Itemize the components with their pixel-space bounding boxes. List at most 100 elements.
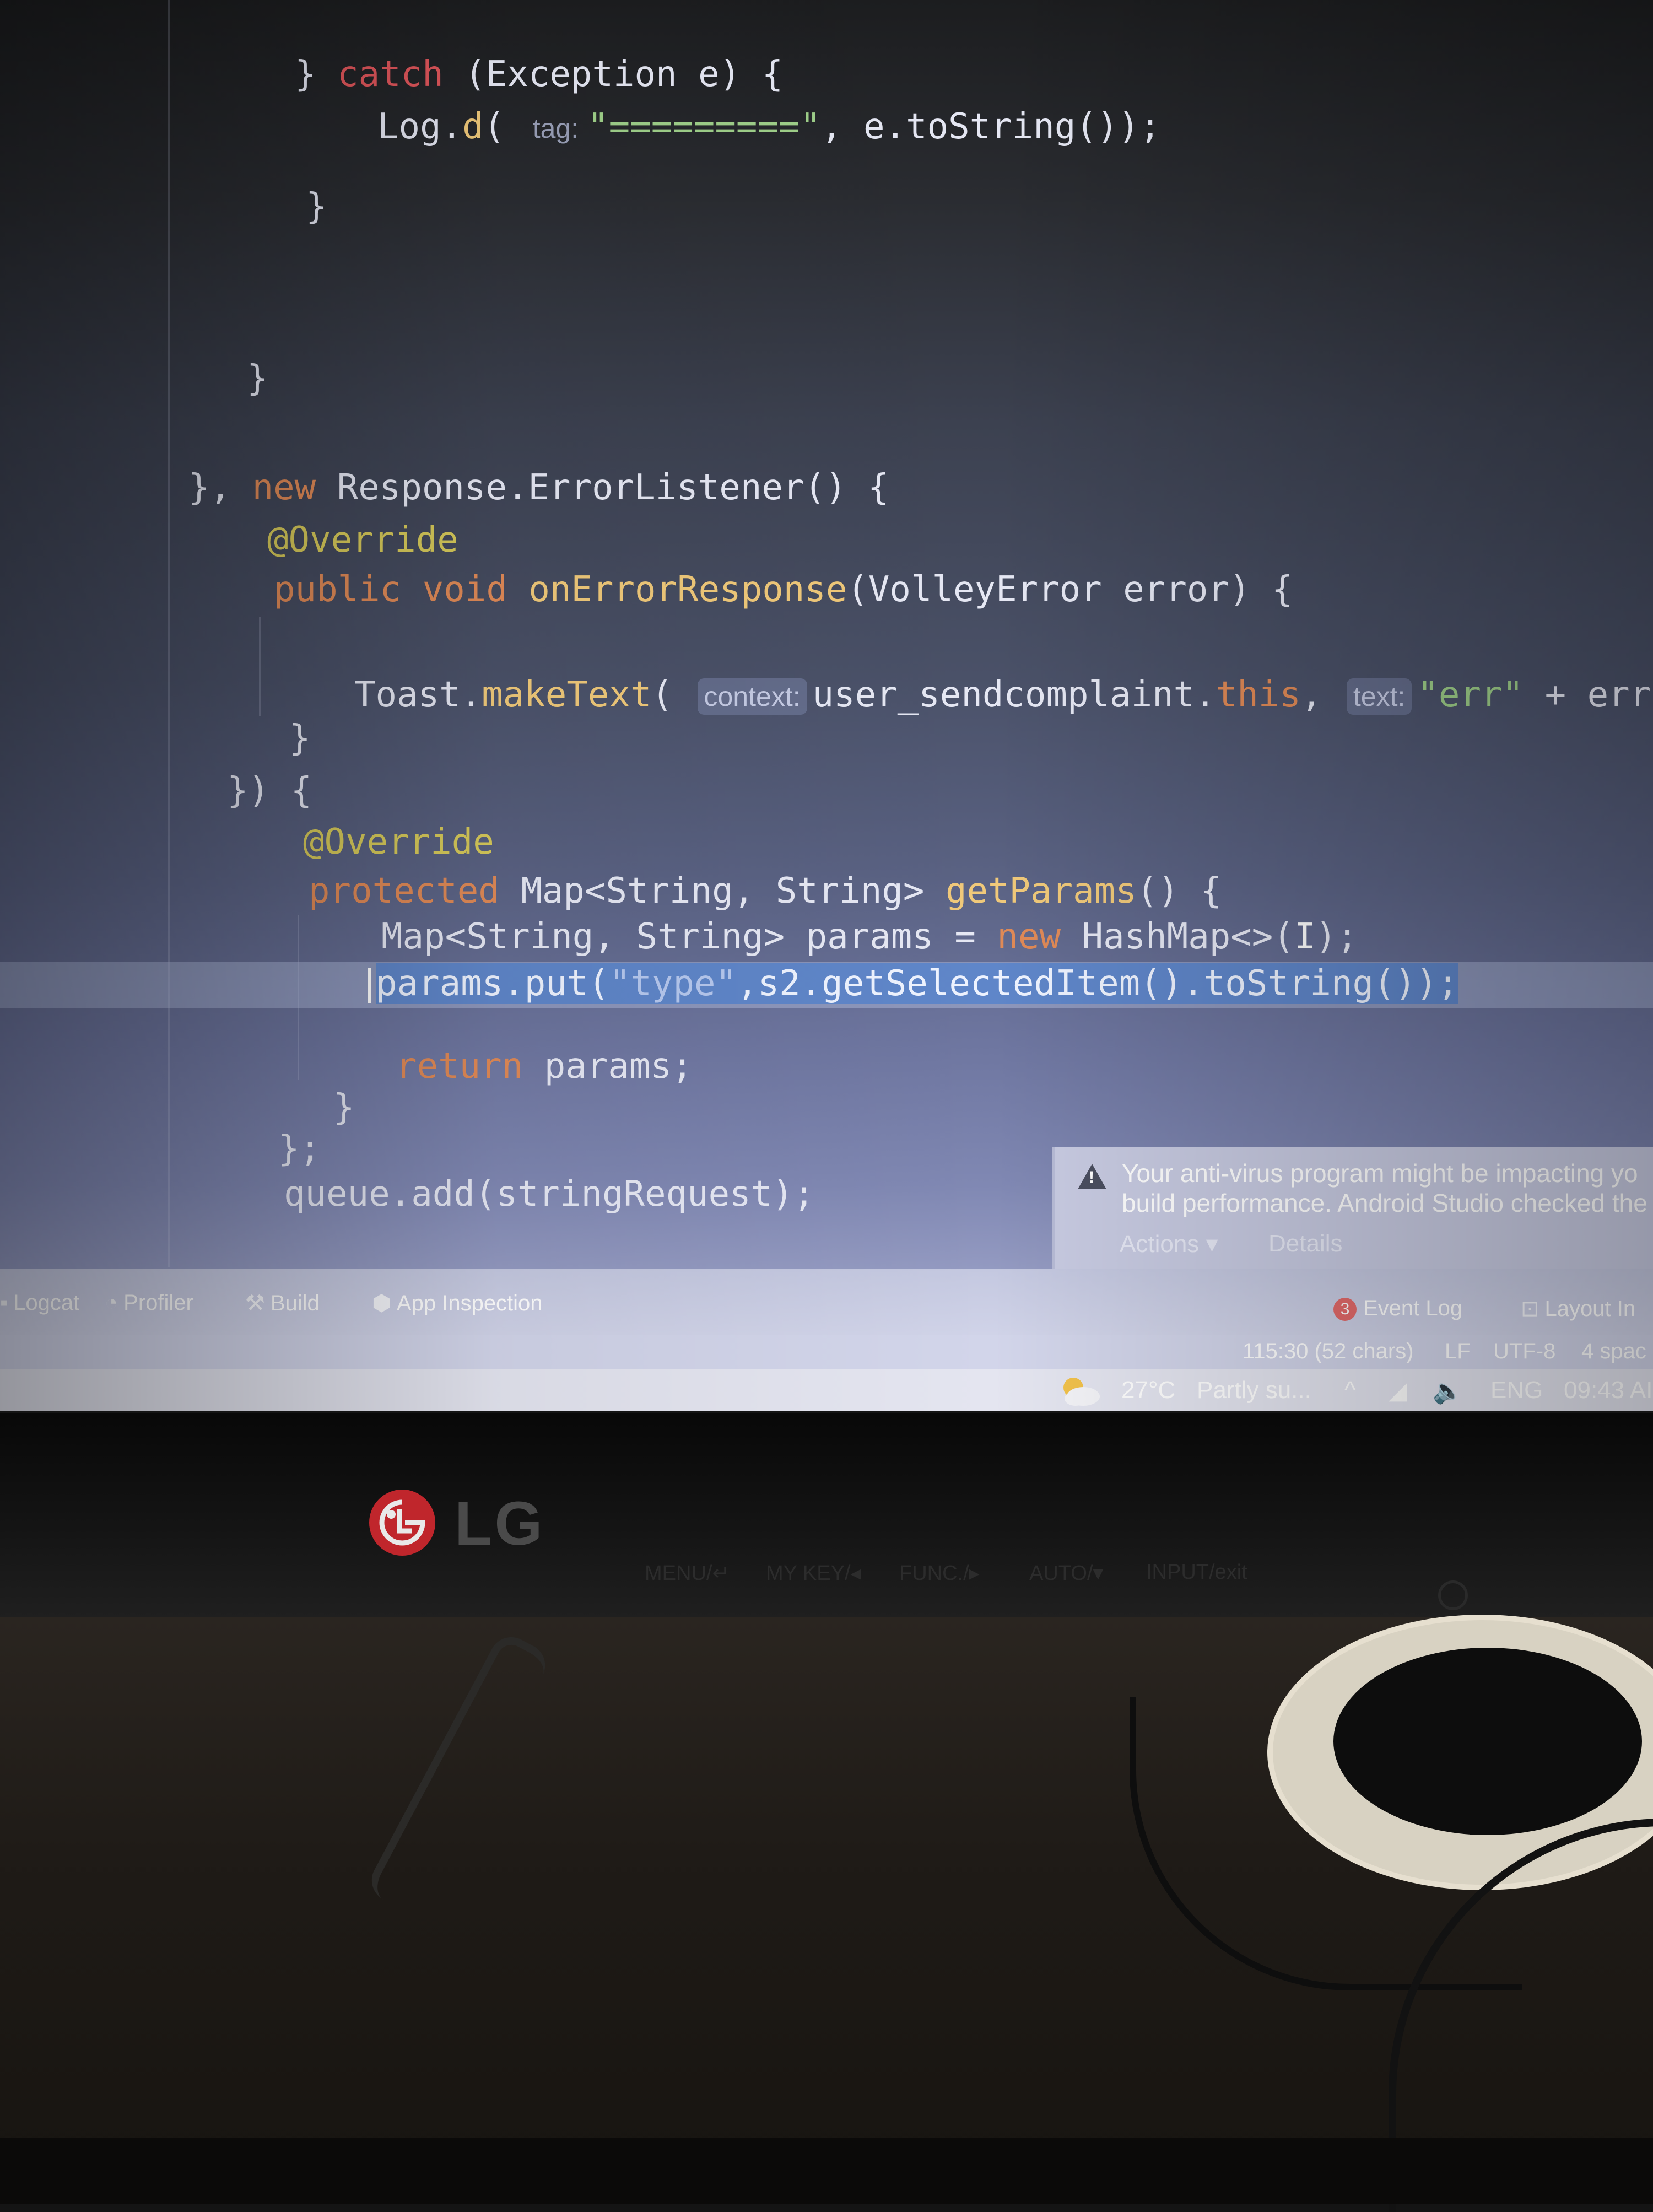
code-token: } xyxy=(247,358,268,399)
monitor-input-button[interactable]: INPUT/exit xyxy=(1146,1561,1247,1584)
notification-details-link[interactable]: Details xyxy=(1268,1230,1343,1258)
code-token: makeText xyxy=(482,675,652,715)
code-line[interactable]: Log.d( tag: "=========", e.toString()); xyxy=(377,105,1160,149)
text-caret xyxy=(368,968,371,1004)
code-line[interactable]: } xyxy=(333,1086,355,1130)
warning-icon: ! xyxy=(1078,1164,1106,1189)
code-token: d xyxy=(462,106,484,147)
code-token: } xyxy=(306,186,327,227)
code-token: Toast. xyxy=(354,675,482,715)
power-icon[interactable] xyxy=(1438,1580,1468,1610)
chevron-up-icon[interactable]: ^ xyxy=(1344,1377,1356,1404)
notification-text-line2: build performance. Android Studio checke… xyxy=(1122,1189,1647,1217)
code-line[interactable]: } xyxy=(247,357,268,401)
code-token: , e.toString()); xyxy=(820,106,1161,147)
text-selection[interactable]: params.put("type",s2.getSelectedItem().t… xyxy=(376,963,1459,1004)
code-token: ( xyxy=(483,106,526,147)
parameter-hint: context: xyxy=(697,678,807,715)
code-token: } xyxy=(333,1087,355,1128)
temperature-text[interactable]: 27°C xyxy=(1121,1377,1175,1404)
code-line[interactable]: Toast.makeText( context: user_sendcomplai… xyxy=(354,673,1653,717)
code-line[interactable]: Map<String, String> params = new HashMap… xyxy=(381,915,1358,959)
code-token: public void xyxy=(274,569,529,610)
monitor-auto-button[interactable]: AUTO/▾ xyxy=(1029,1561,1104,1585)
weather-text[interactable]: Partly su... xyxy=(1197,1377,1311,1404)
antivirus-notification[interactable]: ! Your anti-virus program might be impac… xyxy=(1052,1147,1653,1280)
ide-status-bar: 115:30 (52 chars) LF UTF-8 4 spac xyxy=(0,1335,1653,1369)
code-token: "type" xyxy=(609,963,737,1004)
code-line[interactable]: } xyxy=(306,185,327,229)
code-line[interactable]: @Override xyxy=(267,518,458,562)
code-token: Map<String, String> xyxy=(521,871,946,911)
indent-guide xyxy=(259,617,261,716)
code-token: } xyxy=(289,718,311,759)
tool-window-bar: ▪ Logcat ◔ Profiler ⚒ Build ⬢ App Inspection… xyxy=(0,1269,1653,1335)
code-line[interactable]: } xyxy=(289,716,311,760)
code-line[interactable]: }; xyxy=(278,1127,321,1171)
code-token: }; xyxy=(278,1129,321,1169)
indent-setting[interactable]: 4 spac xyxy=(1581,1339,1646,1364)
logcat-label: Logcat xyxy=(13,1291,80,1315)
monitor-func-button[interactable]: FUNC./▸ xyxy=(899,1561,980,1585)
parameter-hint: text: xyxy=(1346,678,1412,715)
code-line[interactable]: @Override xyxy=(303,820,494,864)
code-token: }) { xyxy=(227,770,312,811)
code-token: (VolleyError error) { xyxy=(847,569,1293,610)
code-token: ); xyxy=(1315,916,1358,957)
file-encoding[interactable]: UTF-8 xyxy=(1493,1339,1555,1364)
line-separator[interactable]: LF xyxy=(1445,1339,1471,1364)
caret-position[interactable]: 115:30 (52 chars) xyxy=(1243,1339,1414,1364)
code-line[interactable]: protected Map<String, String> getParams(… xyxy=(309,869,1222,913)
code-token: return xyxy=(396,1046,523,1087)
monitor-mykey-button[interactable]: MY KEY/◂ xyxy=(766,1561,861,1585)
code-token: , xyxy=(1300,675,1343,715)
app-inspection-label: App Inspection xyxy=(396,1291,543,1315)
partly-sunny-icon[interactable] xyxy=(1058,1374,1102,1409)
profiler-tab[interactable]: ◔ Profiler xyxy=(105,1291,193,1315)
code-line[interactable]: queue.add(stringRequest); xyxy=(284,1172,814,1216)
build-label: Build xyxy=(270,1291,320,1315)
code-token: }, xyxy=(188,467,252,508)
logcat-tab[interactable]: ▪ Logcat xyxy=(0,1291,79,1315)
indent-guide xyxy=(168,0,170,1267)
monitor-menu-button[interactable]: MENU/↵ xyxy=(645,1561,730,1585)
language-indicator[interactable]: ENG xyxy=(1490,1377,1543,1404)
notification-actions-link[interactable]: Actions ▾ xyxy=(1120,1230,1218,1258)
code-token: ( xyxy=(651,675,694,715)
code-token: "=========" xyxy=(587,106,821,147)
code-token: Map<String, String> params = xyxy=(381,916,997,957)
layout-inspector-icon: ⊡ xyxy=(1521,1297,1539,1321)
monitor-screen: } catch (Exception e) { Log.d( tag: "====… xyxy=(0,0,1653,1411)
monitor-bezel xyxy=(0,1413,1653,1617)
windows-taskbar: 27°C Partly su... ^ ◢ 🔈 ENG 09:43 AI xyxy=(0,1369,1653,1411)
code-line[interactable]: public void onErrorResponse(VolleyError … xyxy=(274,568,1293,612)
code-token: queue.add(stringRequest); xyxy=(284,1174,815,1215)
code-token: "err" xyxy=(1417,675,1524,715)
code-token: Log. xyxy=(377,106,463,147)
layout-inspector-tab[interactable]: ⊡ Layout In xyxy=(1521,1296,1635,1321)
code-token: onErrorResponse xyxy=(528,569,847,610)
layout-inspector-label: Layout In xyxy=(1544,1297,1636,1321)
code-token: catch xyxy=(337,54,444,95)
code-token: params; xyxy=(523,1046,693,1087)
code-token: @Override xyxy=(303,822,494,862)
code-token: params.put( xyxy=(376,963,609,1004)
code-line[interactable]: }) { xyxy=(227,769,312,813)
app-inspection-tab[interactable]: ⬢ App Inspection xyxy=(372,1291,543,1316)
code-line[interactable]: return params; xyxy=(396,1044,693,1088)
clock-time[interactable]: 09:43 AI xyxy=(1564,1377,1652,1404)
event-log-tab[interactable]: 3 Event Log xyxy=(1333,1296,1462,1321)
volume-icon[interactable]: 🔈 xyxy=(1433,1377,1463,1405)
code-line[interactable]: }, new Response.ErrorListener() { xyxy=(188,466,889,510)
wifi-icon[interactable]: ◢ xyxy=(1389,1377,1407,1405)
build-tab[interactable]: ⚒ Build xyxy=(245,1291,320,1316)
code-token: user_sendcomplaint. xyxy=(812,675,1216,715)
event-log-badge: 3 xyxy=(1333,1298,1357,1321)
brand-text: LG xyxy=(455,1489,545,1558)
code-line[interactable]: } catch (Exception e) { xyxy=(295,52,783,96)
code-token: HashMap<>( xyxy=(1061,916,1294,957)
code-line-selected[interactable]: params.put("type",s2.getSelectedItem().t… xyxy=(368,962,1459,1006)
code-token: (Exception e) { xyxy=(443,54,784,95)
code-token: this xyxy=(1216,675,1301,715)
code-token: new xyxy=(997,916,1061,957)
